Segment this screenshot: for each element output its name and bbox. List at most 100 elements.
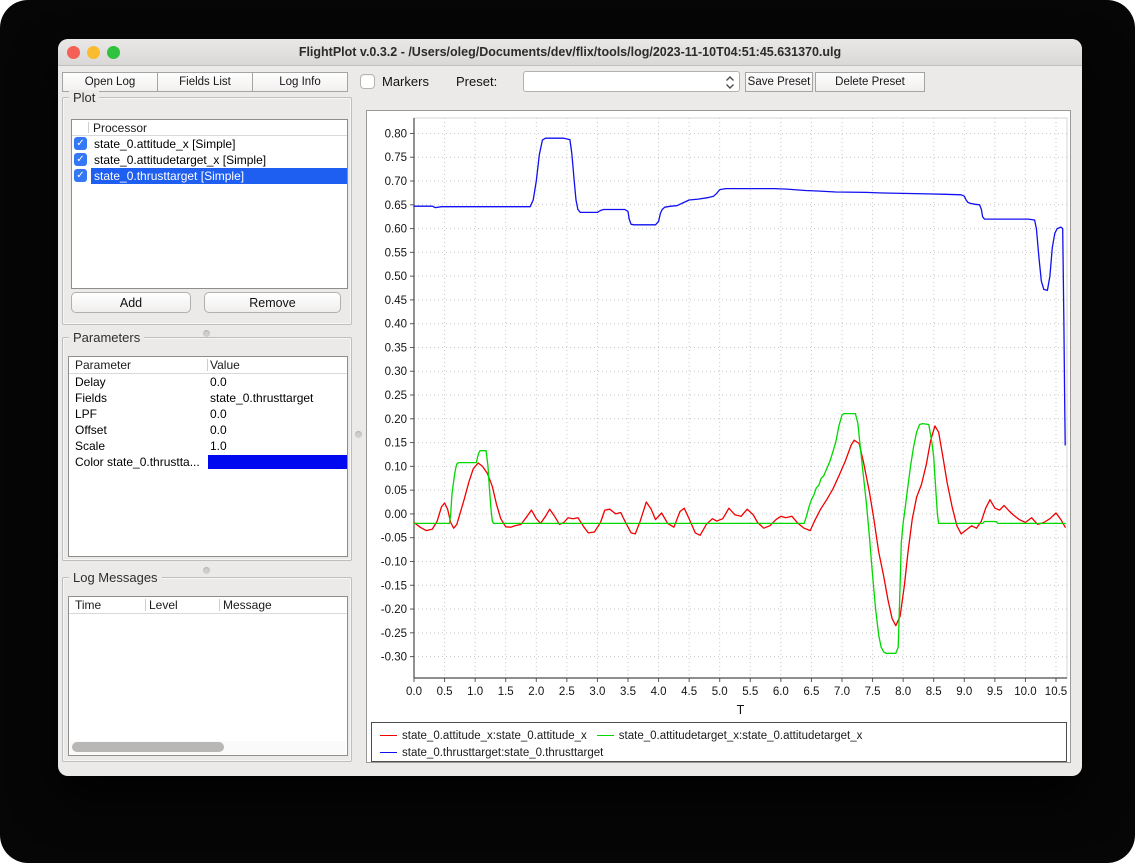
svg-text:8.0: 8.0 — [895, 686, 911, 698]
svg-text:0.0: 0.0 — [406, 686, 422, 698]
window-title: FlightPlot v.0.3.2 - /Users/oleg/Documen… — [58, 45, 1082, 59]
svg-text:2.0: 2.0 — [528, 686, 544, 698]
app-window: FlightPlot v.0.3.2 - /Users/oleg/Documen… — [58, 39, 1082, 776]
svg-text:5.0: 5.0 — [712, 686, 728, 698]
svg-text:0.25: 0.25 — [385, 390, 407, 402]
svg-text:-0.10: -0.10 — [381, 556, 407, 568]
time-column-header: Time — [75, 598, 101, 612]
svg-text:0.70: 0.70 — [385, 176, 407, 188]
markers-checkbox[interactable] — [360, 74, 375, 89]
combobox-stepper-icon[interactable] — [724, 75, 736, 90]
series-checked-checkbox[interactable]: ✓ — [74, 137, 87, 150]
svg-text:9.5: 9.5 — [987, 686, 1003, 698]
save-preset-button[interactable]: Save Preset — [745, 72, 813, 92]
toolbar-button-group: Open Log Fields List Log Info — [62, 72, 348, 92]
svg-text:0.10: 0.10 — [385, 461, 407, 473]
svg-text:10.5: 10.5 — [1045, 686, 1067, 698]
svg-text:6.0: 6.0 — [773, 686, 789, 698]
svg-text:6.5: 6.5 — [803, 686, 819, 698]
svg-text:-0.15: -0.15 — [381, 580, 407, 592]
scrollbar-thumb[interactable] — [72, 742, 224, 752]
series-checked-checkbox[interactable]: ✓ — [74, 153, 87, 166]
svg-text:0.00: 0.00 — [385, 509, 407, 521]
svg-text:0.80: 0.80 — [385, 128, 407, 140]
svg-text:0.15: 0.15 — [385, 438, 407, 450]
svg-text:1.5: 1.5 — [498, 686, 514, 698]
series-color-swatch[interactable] — [208, 455, 347, 469]
svg-text:0.45: 0.45 — [385, 295, 407, 307]
svg-text:0.30: 0.30 — [385, 366, 407, 378]
vertical-splitter-handle[interactable] — [355, 431, 362, 438]
horizontal-splitter-handle[interactable] — [203, 330, 210, 337]
plot-group-title: Plot — [69, 90, 99, 105]
svg-text:0.65: 0.65 — [385, 200, 407, 212]
chart-canvas[interactable]: 0.800.750.700.650.600.550.500.450.400.35… — [367, 111, 1070, 764]
svg-text:8.5: 8.5 — [926, 686, 942, 698]
parameters-group-title: Parameters — [69, 330, 144, 345]
legend-entry: state_0.attitude_x:state_0.attitude_x — [380, 730, 587, 742]
horizontal-scrollbar[interactable] — [70, 741, 346, 754]
log-messages-group-title: Log Messages — [69, 570, 162, 585]
parameter-row[interactable]: Fields state_0.thrusttarget — [69, 390, 347, 406]
svg-text:-0.30: -0.30 — [381, 652, 407, 664]
svg-text:0.60: 0.60 — [385, 224, 407, 236]
svg-text:9.0: 9.0 — [956, 686, 972, 698]
svg-text:10.0: 10.0 — [1014, 686, 1036, 698]
svg-text:-0.25: -0.25 — [381, 628, 407, 640]
svg-text:1.0: 1.0 — [467, 686, 483, 698]
plot-group: Plot Processor ✓ state_0.attitude_x [Sim… — [62, 97, 352, 325]
add-series-button[interactable]: Add — [71, 292, 191, 313]
parameter-row[interactable]: LPF 0.0 — [69, 406, 347, 422]
horizontal-splitter-handle[interactable] — [203, 567, 210, 574]
log-info-button[interactable]: Log Info — [252, 72, 348, 92]
svg-text:3.0: 3.0 — [589, 686, 605, 698]
plot-series-row[interactable]: ✓ state_0.attitude_x [Simple] — [72, 136, 347, 152]
svg-text:4.0: 4.0 — [651, 686, 667, 698]
parameter-row[interactable]: Delay 0.0 — [69, 374, 347, 390]
plot-series-row[interactable]: ✓ state_0.attitudetarget_x [Simple] — [72, 152, 347, 168]
message-column-header: Message — [223, 598, 272, 612]
log-messages-group: Log Messages Time Level Message — [62, 577, 352, 762]
parameters-table: Parameter Value Delay 0.0 Fields state_0… — [68, 356, 348, 557]
markers-label: Markers — [382, 74, 429, 89]
preset-label: Preset: — [456, 74, 497, 89]
svg-text:0.75: 0.75 — [385, 152, 407, 164]
plot-series-table: Processor ✓ state_0.attitude_x [Simple] … — [71, 119, 348, 289]
blue-line-sample-icon — [380, 752, 397, 753]
parameter-column-header: Parameter — [75, 358, 131, 372]
series-checked-checkbox[interactable]: ✓ — [74, 169, 87, 182]
svg-text:2.5: 2.5 — [559, 686, 575, 698]
parameters-group: Parameters Parameter Value Delay 0.0 Fie… — [62, 337, 352, 561]
screenshot-background: FlightPlot v.0.3.2 - /Users/oleg/Documen… — [0, 0, 1135, 863]
log-messages-table: Time Level Message — [68, 596, 348, 756]
red-line-sample-icon — [380, 735, 397, 736]
svg-text:4.5: 4.5 — [681, 686, 697, 698]
parameter-row[interactable]: Scale 1.0 — [69, 438, 347, 454]
plot-series-row[interactable]: ✓ state_0.thrusttarget [Simple] — [72, 168, 347, 184]
parameters-table-header: Parameter Value — [69, 357, 347, 374]
legend-entry: state_0.attitudetarget_x:state_0.attitud… — [597, 730, 863, 742]
open-log-button[interactable]: Open Log — [62, 72, 158, 92]
plot-table-header: Processor — [72, 120, 347, 136]
svg-text:5.5: 5.5 — [742, 686, 758, 698]
svg-text:0.20: 0.20 — [385, 414, 407, 426]
svg-text:7.0: 7.0 — [834, 686, 850, 698]
value-column-header: Value — [210, 358, 240, 372]
legend-entry: state_0.thrusttarget:state_0.thrusttarge… — [380, 747, 603, 759]
chart-legend: state_0.attitude_x:state_0.attitude_x st… — [371, 722, 1067, 762]
parameter-color-row[interactable]: Color state_0.thrustta... — [69, 454, 347, 470]
svg-text:0.40: 0.40 — [385, 319, 407, 331]
preset-combobox[interactable] — [523, 71, 740, 92]
green-line-sample-icon — [597, 735, 614, 736]
processor-column-header: Processor — [93, 121, 147, 135]
fields-list-button[interactable]: Fields List — [157, 72, 253, 92]
toolbar: Open Log Fields List Log Info Markers Pr… — [58, 70, 1082, 94]
log-table-header: Time Level Message — [69, 597, 347, 614]
title-bar: FlightPlot v.0.3.2 - /Users/oleg/Documen… — [58, 39, 1082, 66]
svg-text:0.5: 0.5 — [437, 686, 453, 698]
remove-series-button[interactable]: Remove — [204, 292, 341, 313]
svg-text:-0.20: -0.20 — [381, 604, 407, 616]
parameter-row[interactable]: Offset 0.0 — [69, 422, 347, 438]
svg-text:0.35: 0.35 — [385, 342, 407, 354]
delete-preset-button[interactable]: Delete Preset — [815, 72, 925, 92]
